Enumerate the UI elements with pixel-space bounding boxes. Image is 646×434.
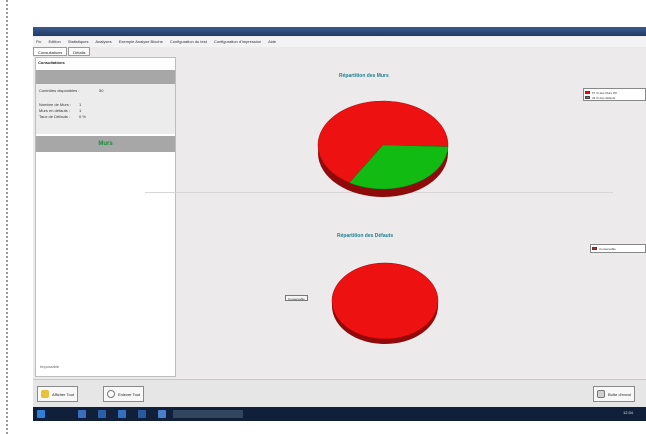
menu-item-test-config[interactable]: Configuration du test xyxy=(170,39,207,44)
show-all-button[interactable]: Afficher Tout xyxy=(37,386,79,402)
taskbar-app-icon[interactable] xyxy=(78,410,86,418)
clock-icon xyxy=(107,390,115,398)
legend-item: 33 % des défauts xyxy=(584,95,645,100)
mail-icon xyxy=(597,390,605,398)
menu-item-help[interactable]: Aide xyxy=(268,39,276,44)
left-panel: Consultations Contrôles disponibles : 50… xyxy=(35,57,176,377)
stat-label: Murs en défauts : xyxy=(39,108,70,113)
outbox-button[interactable]: Boîte d'envoi xyxy=(593,386,636,402)
stat-row: Murs en défauts : 1 xyxy=(39,108,81,113)
screenshot-edge xyxy=(6,0,10,434)
legend-item: Conservable xyxy=(591,246,645,251)
remove-all-button[interactable]: Enlever Tout xyxy=(103,386,145,402)
murs-heading: Murs xyxy=(36,136,175,152)
chart-title-defauts: Répartition des Défauts xyxy=(337,233,394,239)
taskbar-clock: 12:34 xyxy=(623,410,634,415)
menu-item-statistics[interactable]: Statistiques xyxy=(68,39,89,44)
panel-footer-text: Impossible xyxy=(40,364,60,369)
slice-label: Conservable xyxy=(285,295,308,301)
pie-slice xyxy=(331,262,439,340)
bottom-toolbar: Afficher Tout Enlever Tout Boîte d'envoi xyxy=(33,379,646,407)
remove-all-label: Enlever Tout xyxy=(118,391,141,397)
menu-item-example[interactable]: Exemple Analyse Bloche xyxy=(119,39,163,44)
chart-title-murs: Répartition des Murs xyxy=(339,73,389,79)
legend-label: 67 % des Murs OK xyxy=(592,90,618,95)
tab-consultations[interactable]: Consultations xyxy=(33,47,68,56)
legend-swatch xyxy=(585,91,590,94)
panel-header-bar xyxy=(36,70,175,84)
pie-chart-murs xyxy=(317,100,449,197)
stat-value: 1 xyxy=(79,108,82,113)
pie-chart-defauts xyxy=(331,262,439,344)
show-all-label: Afficher Tout xyxy=(52,391,75,397)
legend-swatch xyxy=(585,96,590,99)
menu-item-file[interactable]: Fic xyxy=(36,39,41,44)
stat-row: Nombre de Murs : 1 xyxy=(39,102,81,107)
tab-strip: Consultations Détails xyxy=(33,47,91,56)
folder-icon xyxy=(41,390,49,398)
menu-item-print-config[interactable]: Configuration d'impression xyxy=(214,39,261,44)
legend-label: Conservable xyxy=(599,246,616,251)
legend-swatch xyxy=(592,247,597,250)
taskbar-app-icon[interactable] xyxy=(158,410,166,418)
menu-item-analyses[interactable]: Analyses xyxy=(95,39,111,44)
stat-row: Contrôles disponibles : 50 xyxy=(39,88,103,93)
legend-defauts: Conservable xyxy=(590,244,646,253)
os-taskbar: 12:34 xyxy=(33,407,646,421)
taskbar-active-window[interactable] xyxy=(173,410,243,418)
stat-label: Nombre de Murs : xyxy=(39,102,72,107)
stats-block: Contrôles disponibles : 50 Nombre de Mur… xyxy=(36,84,175,134)
panel-title: Consultations xyxy=(38,60,65,65)
menu-item-edit[interactable]: Edition xyxy=(48,39,60,44)
stat-label: Contrôles disponibles : xyxy=(39,88,80,93)
title-bar xyxy=(33,27,646,36)
stat-value: 50 xyxy=(99,88,104,93)
taskbar-app-icon[interactable] xyxy=(98,410,106,418)
legend-murs: 67 % des Murs OK 33 % des défauts xyxy=(583,88,646,101)
taskbar-app-icon[interactable] xyxy=(138,410,146,418)
menu-bar: Fic Edition Statistiques Analyses Exempl… xyxy=(33,37,646,47)
outbox-label: Boîte d'envoi xyxy=(608,391,632,397)
app-window: Fic Edition Statistiques Analyses Exempl… xyxy=(33,27,646,407)
tab-details[interactable]: Détails xyxy=(68,47,91,56)
stat-value: 1 xyxy=(79,102,82,107)
start-icon[interactable] xyxy=(37,410,45,418)
legend-label: 33 % des défauts xyxy=(592,95,616,100)
taskbar-app-icon[interactable] xyxy=(118,410,126,418)
stat-value: 0 % xyxy=(79,114,86,119)
stat-row: Taux de Défauts : 0 % xyxy=(39,114,86,119)
stat-label: Taux de Défauts : xyxy=(39,114,71,119)
